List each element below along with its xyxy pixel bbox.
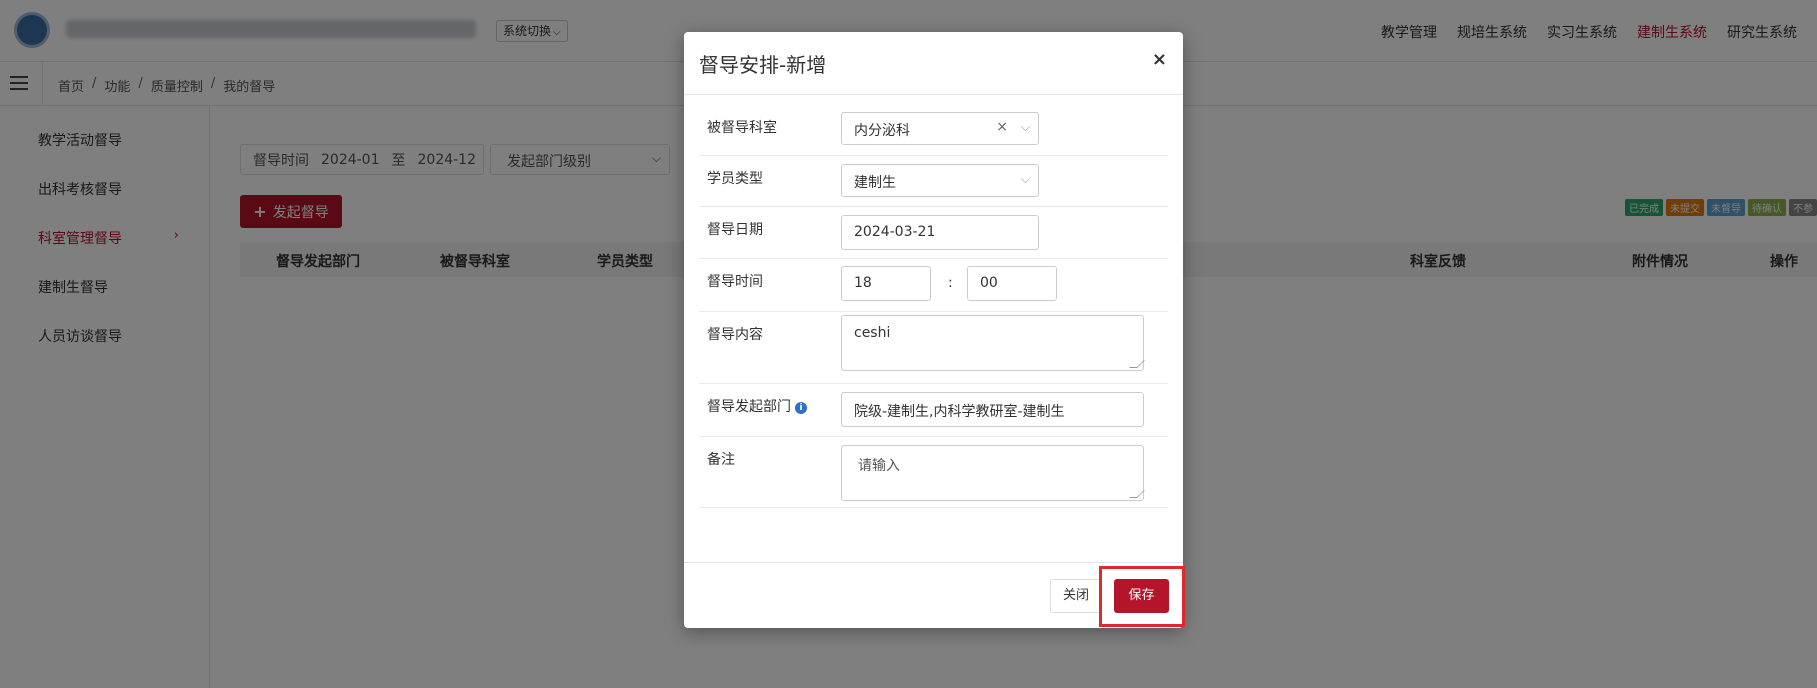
form-row-date: 督导日期 2024-03-21 — [699, 207, 1168, 259]
content-label: 督导内容 — [707, 327, 763, 343]
resize-handle-icon[interactable] — [1129, 490, 1145, 498]
chevron-down-icon: ⌵ — [1020, 172, 1030, 186]
save-button[interactable]: 保存 — [1114, 579, 1169, 613]
supervision-add-modal: 督导安排-新增 × 被督导科室 内分泌科 × ⌵ 学员类型 建制生 ⌵ 督导日期… — [684, 32, 1185, 628]
chevron-down-icon: ⌵ — [1020, 120, 1030, 134]
content-textarea[interactable]: ceshi — [841, 315, 1145, 371]
resize-handle-icon[interactable] — [1129, 360, 1145, 368]
date-label: 督导日期 — [707, 222, 763, 238]
origin-dept-label: 督导发起部门 i — [707, 396, 807, 416]
hour-input[interactable]: 18 — [841, 266, 931, 301]
hour-value: 18 — [854, 275, 872, 291]
form-row-remark: 备注 请输入 — [699, 437, 1168, 508]
student-type-value: 建制生 — [854, 175, 896, 191]
origin-dept-value: 院级-建制生,内科学教研室-建制生 — [854, 404, 1065, 420]
info-icon[interactable]: i — [795, 402, 807, 414]
remark-placeholder: 请输入 — [858, 458, 900, 474]
form-row-student-type: 学员类型 建制生 ⌵ — [699, 156, 1168, 207]
dept-select[interactable]: 内分泌科 × ⌵ — [841, 112, 1039, 145]
student-type-label: 学员类型 — [707, 171, 763, 187]
close-button[interactable]: 关闭 — [1050, 579, 1102, 613]
time-separator: : — [948, 275, 953, 291]
time-label: 督导时间 — [707, 274, 763, 290]
content-value: ceshi — [854, 325, 891, 341]
remark-textarea[interactable]: 请输入 — [841, 445, 1145, 501]
student-type-select[interactable]: 建制生 ⌵ — [841, 164, 1039, 197]
date-value: 2024-03-21 — [854, 224, 936, 240]
minute-value: 00 — [980, 275, 998, 291]
origin-dept-input[interactable]: 院级-建制生,内科学教研室-建制生 — [841, 392, 1144, 427]
close-icon[interactable]: × — [1152, 49, 1167, 70]
minute-input[interactable]: 00 — [967, 266, 1057, 301]
form-row-dept: 被督导科室 内分泌科 × ⌵ — [699, 105, 1168, 156]
dept-label: 被督导科室 — [707, 120, 777, 136]
modal-title: 督导安排-新增 — [699, 53, 827, 77]
date-input[interactable]: 2024-03-21 — [841, 215, 1039, 250]
modal-footer: 关闭 保存 — [684, 562, 1185, 628]
form-row-origin-dept: 督导发起部门 i 院级-建制生,内科学教研室-建制生 — [699, 384, 1168, 437]
form-row-content: 督导内容 ceshi — [699, 312, 1168, 384]
dept-value: 内分泌科 — [854, 123, 910, 139]
modal-header: 督导安排-新增 × — [684, 32, 1183, 95]
clear-icon[interactable]: × — [996, 119, 1008, 135]
form-row-time: 督导时间 18 : 00 — [699, 259, 1168, 312]
remark-label: 备注 — [707, 452, 735, 468]
